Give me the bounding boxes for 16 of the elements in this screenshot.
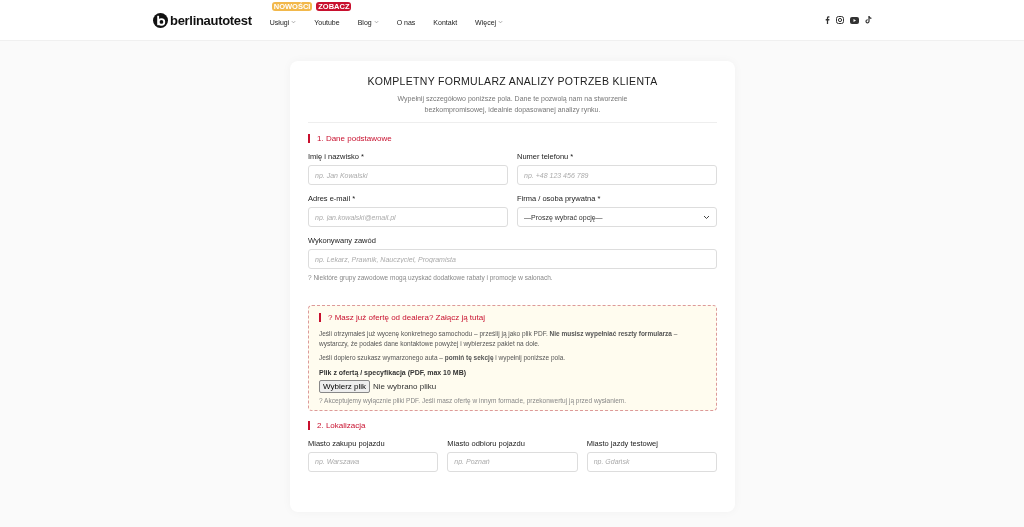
caret-icon [291, 20, 297, 24]
section-heading: 2. Lokalizacja [308, 420, 717, 430]
choose-file-button[interactable]: Wybierz plik [319, 379, 371, 393]
section-heading: ? Masz już ofertę od dealera? Załącz ją tutaj [319, 313, 706, 323]
form-title: KOMPLETNY FORMULARZ ANALIZY POTRZEB KLIENTA [366, 75, 659, 87]
caret-icon [498, 20, 504, 24]
section-heading: 1. Dane podstawowe [308, 134, 717, 144]
file-status: Nie wybrano pliku [373, 381, 437, 391]
instagram-icon[interactable] [836, 16, 844, 24]
tiktok-icon[interactable] [865, 16, 872, 24]
logo-text: berlinautotest [170, 12, 252, 28]
logo-icon [153, 12, 168, 28]
facebook-icon[interactable] [825, 16, 830, 24]
youtube-icon[interactable] [850, 16, 859, 24]
caret-icon [373, 20, 379, 24]
chevron-down-icon [703, 214, 710, 220]
